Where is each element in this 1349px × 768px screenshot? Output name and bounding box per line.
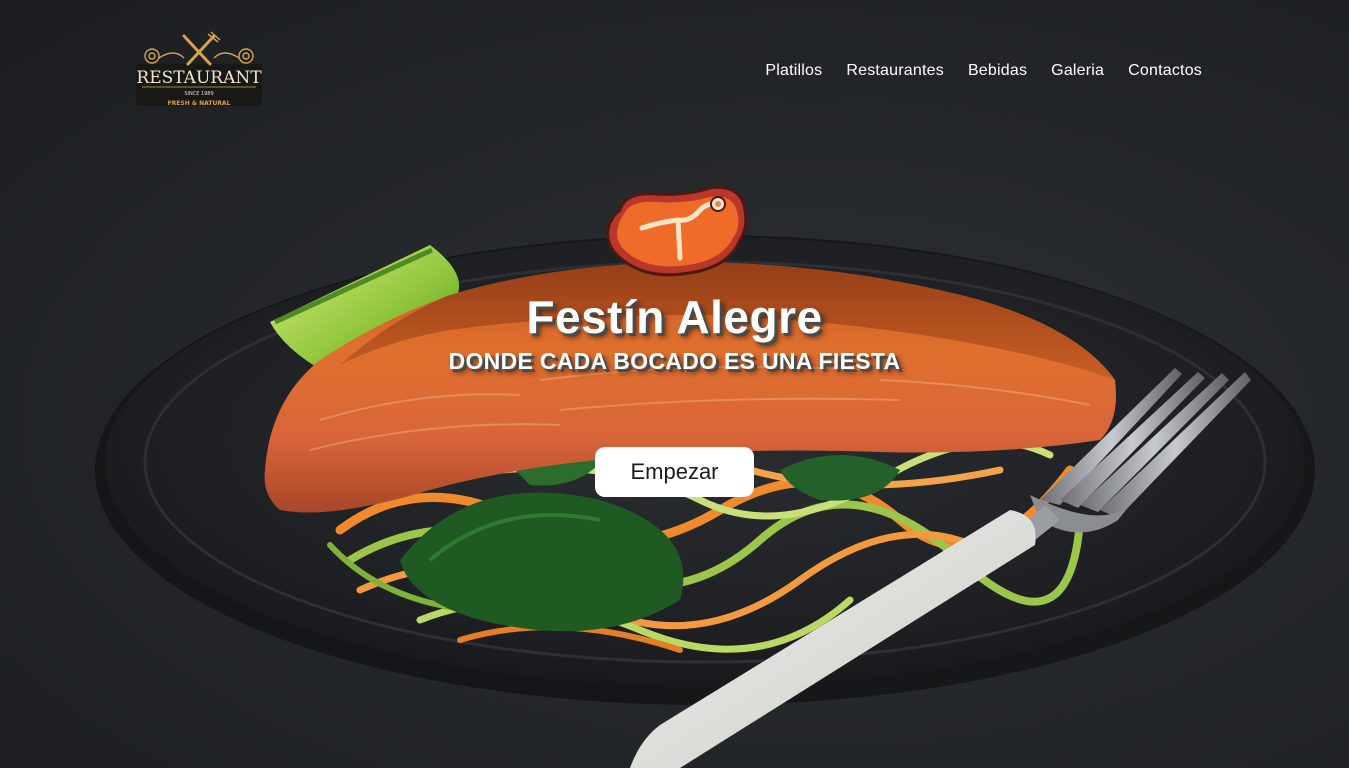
hero-background-photo [95,235,1315,768]
nav-item-bebidas: Bebidas [968,60,1027,82]
nav-link-bebidas[interactable]: Bebidas [968,60,1027,82]
nav-item-contactos: Contactos [1128,60,1202,82]
main-nav: Platillos Restaurantes Bebidas Galeria C… [765,60,1202,82]
nav-link-contactos[interactable]: Contactos [1128,60,1202,82]
nav-link-restaurantes[interactable]: Restaurantes [846,60,944,82]
nav-item-restaurantes: Restaurantes [846,60,944,82]
restaurant-logo[interactable]: RESTAURANT SINCE 1989 FRESH & NATURAL [134,30,264,110]
nav-item-platillos: Platillos [765,60,822,82]
hero-section: RESTAURANT SINCE 1989 FRESH & NATURAL Pl… [0,0,1349,768]
nav-link-galeria[interactable]: Galeria [1051,60,1104,82]
nav-link-platillos[interactable]: Platillos [765,60,822,82]
logo-word: RESTAURANT [136,68,262,88]
start-button[interactable]: Empezar [595,447,754,497]
logo-tagline: FRESH & NATURAL [168,100,231,107]
logo-since: SINCE 1989 [184,91,213,97]
nav-item-galeria: Galeria [1051,60,1104,82]
